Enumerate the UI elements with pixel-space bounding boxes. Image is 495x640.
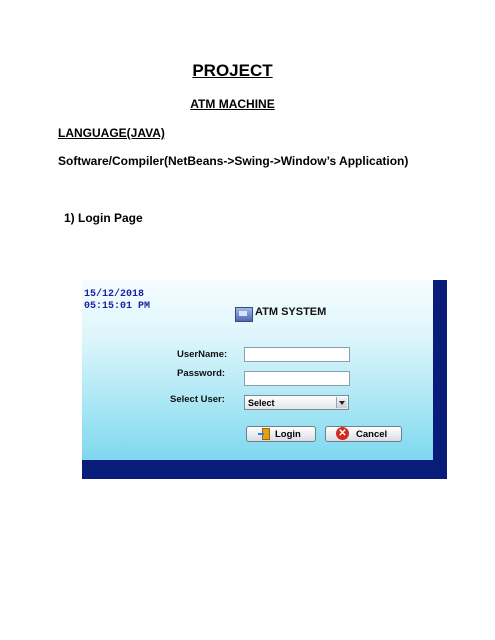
clock-time: 05:15:01 PM [84,301,151,312]
select-user-label: Select User: [170,394,225,405]
window-right-bar [433,280,447,460]
username-label: UserName: [177,349,228,360]
document-subtitle: ATM MACHINE [190,97,275,111]
window-bottom-bar [82,460,447,479]
language-heading: LANGUAGE(JAVA) [58,126,165,140]
cancel-x-icon: ✕ [336,427,349,440]
login-door-icon [258,428,270,440]
select-user-value: Select [248,398,275,408]
section-heading: 1) Login Page [64,211,143,225]
select-user-dropdown[interactable]: Select [244,395,349,410]
atm-monitor-icon [235,307,253,322]
username-field[interactable] [244,347,350,362]
login-label: Login [275,429,301,440]
password-label: Password: [177,368,226,379]
login-button[interactable]: Login [246,426,316,442]
document-title: PROJECT [192,61,273,80]
software-line: Software/Compiler(NetBeans->Swing->Windo… [58,154,409,168]
password-field[interactable] [244,371,350,386]
cancel-label: Cancel [356,429,388,440]
chevron-down-icon[interactable] [336,397,347,408]
cancel-button[interactable]: ✕ Cancel [325,426,402,442]
app-title: ATM SYSTEM [255,306,327,318]
atm-login-screenshot: 15/12/2018 05:15:01 PM ATM SYSTEM UserNa… [82,280,447,479]
clock-date: 15/12/2018 [84,289,145,300]
